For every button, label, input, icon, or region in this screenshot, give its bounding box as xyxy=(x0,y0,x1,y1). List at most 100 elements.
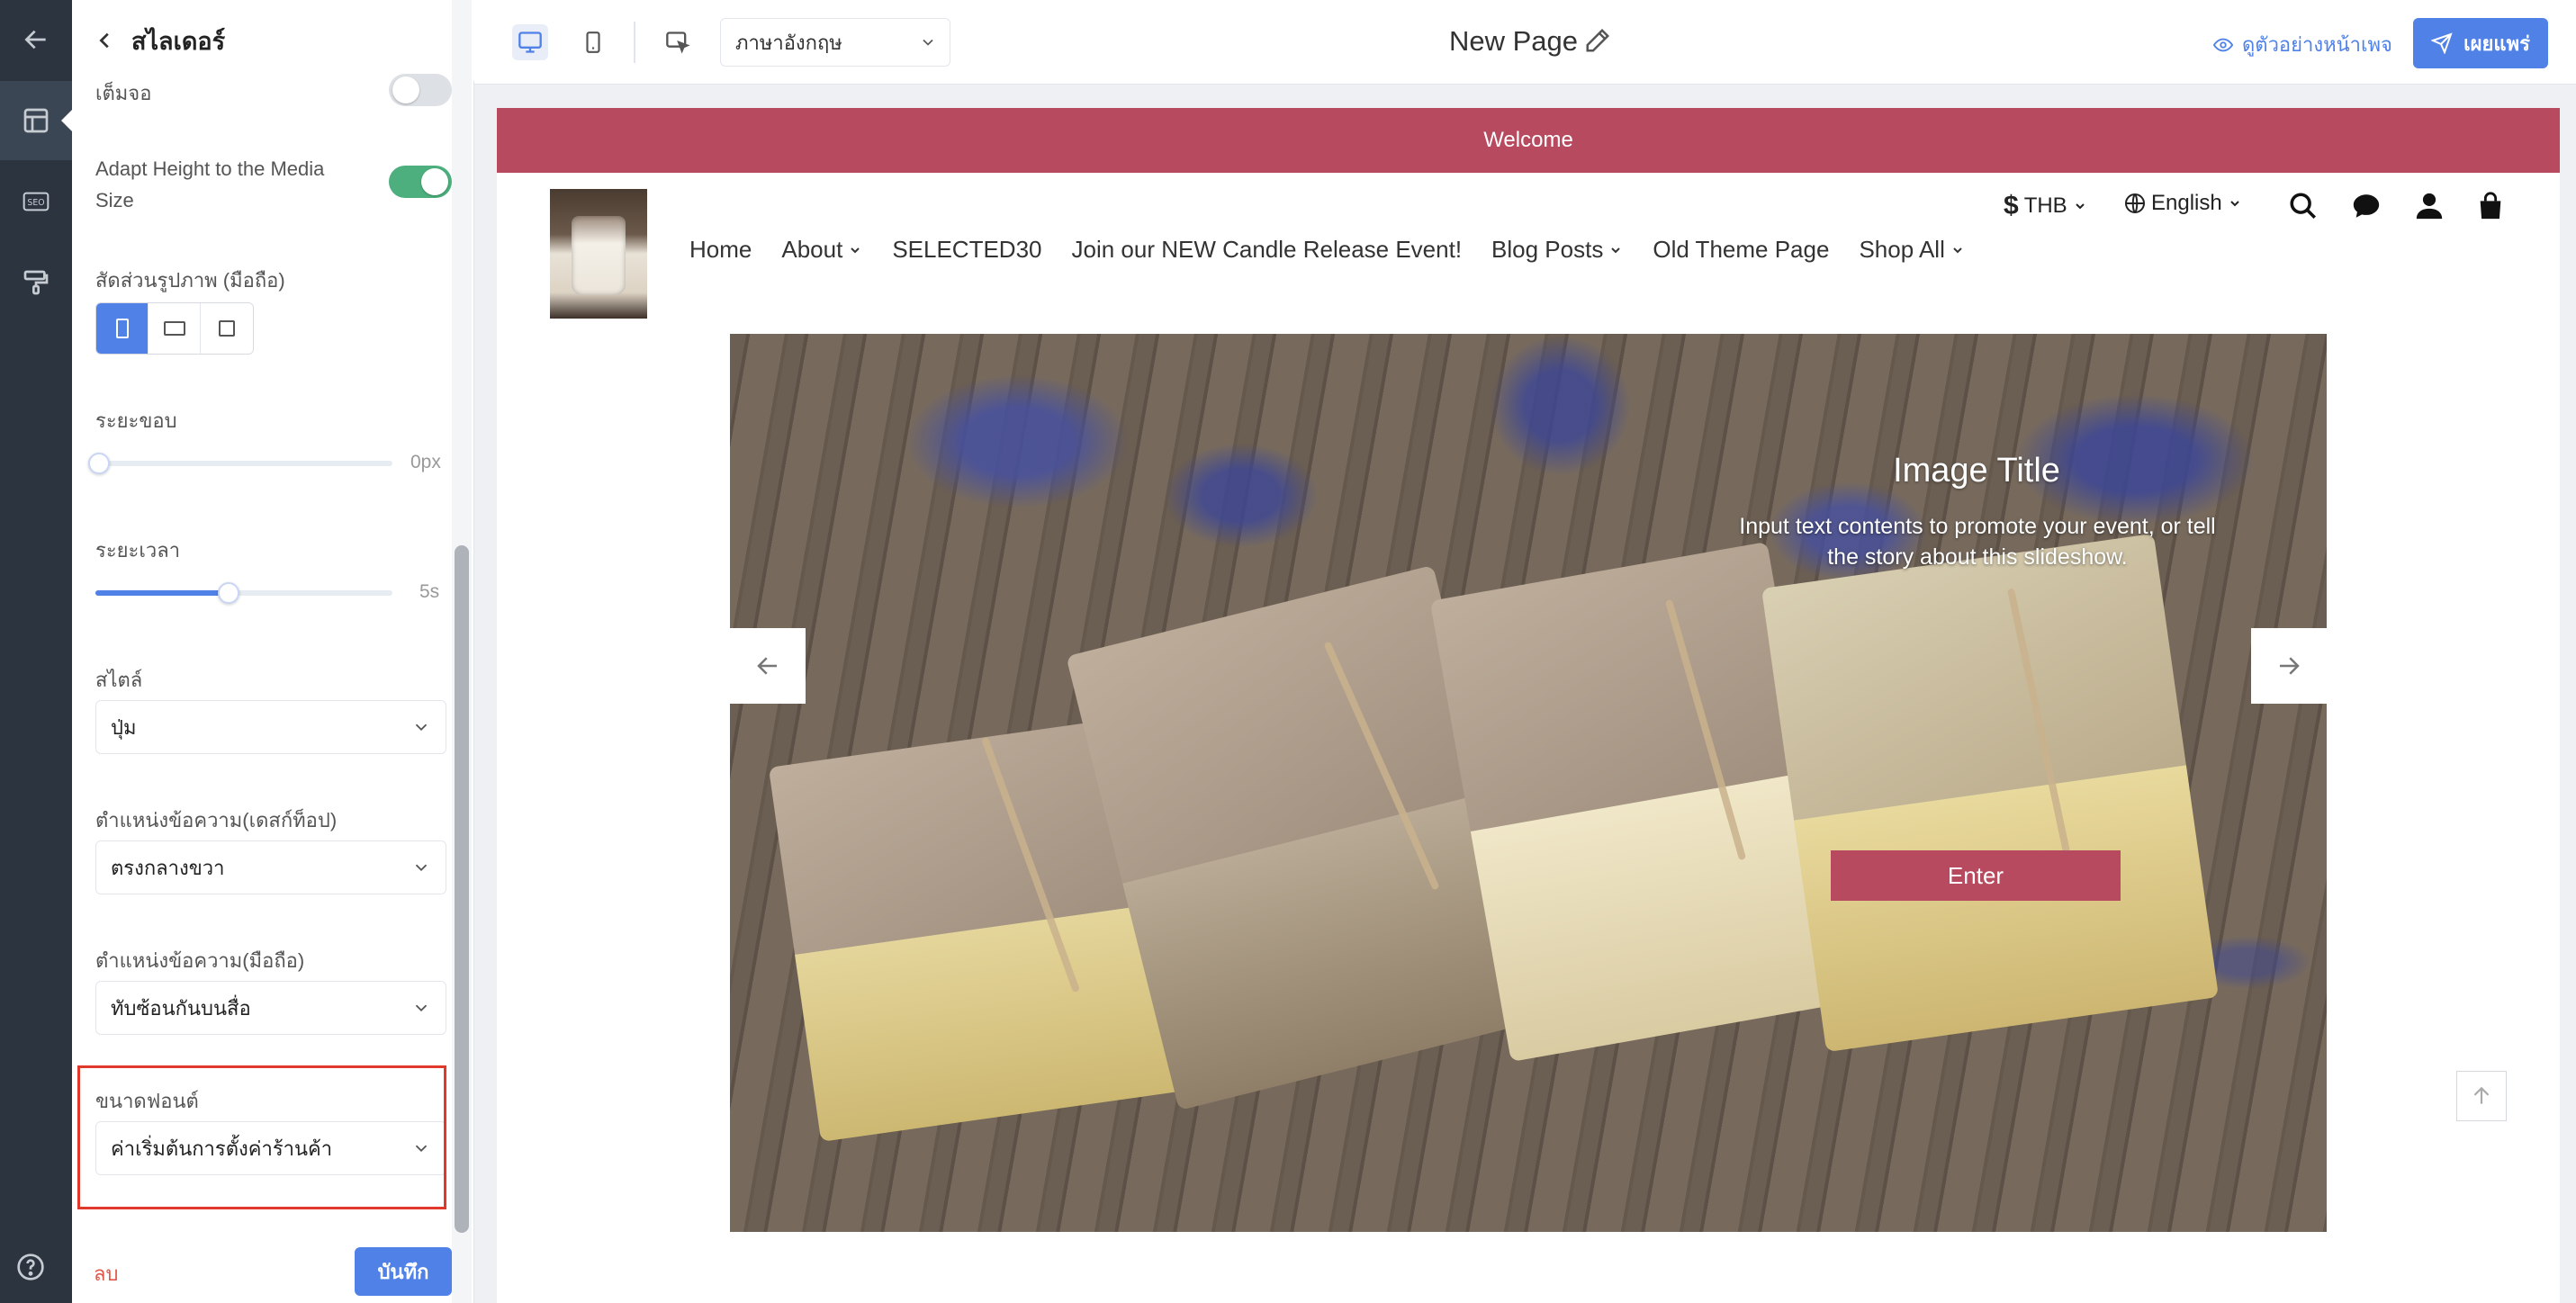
chevron-down-icon xyxy=(415,864,428,872)
editor-toolbar: ภาษาอังกฤษ New Page ดูตัวอย่างหน้าเพจ เผ… xyxy=(474,0,2576,85)
duration-label: ระยะเวลา xyxy=(95,539,181,562)
duration-slider[interactable] xyxy=(95,582,392,604)
nav-label: Shop All xyxy=(1859,236,1945,263)
ratio-square-button[interactable] xyxy=(201,303,253,354)
chevron-down-icon xyxy=(1611,247,1621,253)
back-to-top-button[interactable] xyxy=(2456,1071,2507,1121)
chevron-down-icon xyxy=(2230,201,2239,207)
nav-item-about[interactable]: About xyxy=(781,236,862,264)
arrow-left-icon xyxy=(757,657,777,675)
slide-title[interactable]: Image Title xyxy=(1734,452,2220,490)
style-select-value: ปุ่ม xyxy=(111,715,137,739)
mobile-view-icon[interactable] xyxy=(575,24,611,60)
nav-label: Blog Posts xyxy=(1491,236,1604,263)
publish-label: เผยแพร่ xyxy=(2463,31,2530,55)
back-arrow-icon[interactable] xyxy=(0,0,72,79)
desktop-text-position-label: ตำแหน่งข้อความ(เดสก์ท็อป) xyxy=(95,809,338,831)
chevron-down-icon xyxy=(415,723,428,732)
nav-label: About xyxy=(781,236,843,263)
margin-slider-thumb[interactable] xyxy=(88,453,110,474)
nav-item-candle-event[interactable]: Join our NEW Candle Release Event! xyxy=(1072,236,1463,264)
preview-page-label: ดูตัวอย่างหน้าเพจ xyxy=(2242,33,2392,56)
currency-selector[interactable]: $ THB xyxy=(2004,191,2087,221)
chevron-down-icon xyxy=(2075,203,2085,210)
dollar-icon: $ xyxy=(2004,191,2019,220)
nav-item-home[interactable]: Home xyxy=(689,236,752,264)
margin-slider[interactable] xyxy=(88,453,392,474)
mobile-ratio-options xyxy=(95,302,254,355)
duration-value: 5s xyxy=(419,581,440,602)
adapt-height-toggle[interactable] xyxy=(389,166,452,198)
ratio-portrait-button[interactable] xyxy=(96,303,149,354)
nav-item-blog-posts[interactable]: Blog Posts xyxy=(1491,236,1623,264)
shopping-bag-icon[interactable] xyxy=(2475,191,2506,221)
pencil-icon[interactable] xyxy=(1584,27,1611,54)
nav-item-shop-all[interactable]: Shop All xyxy=(1859,236,1964,264)
paint-roller-icon[interactable] xyxy=(0,243,72,322)
nav-label: Home xyxy=(689,236,752,263)
fullscreen-label: เต็มจอ xyxy=(95,82,152,104)
save-button[interactable]: บันทึก xyxy=(355,1247,452,1296)
mobile-text-position-select[interactable]: ทับซ้อนกันบนสื่อ xyxy=(95,981,446,1035)
delete-button[interactable]: ลบ xyxy=(94,1258,118,1290)
mobile-text-position-value: ทับซ้อนกันบนสื่อ xyxy=(111,996,251,1020)
nav-label: Join our NEW Candle Release Event! xyxy=(1071,236,1463,263)
panel-title: สไลเดอร์ xyxy=(131,27,226,55)
nav-label: Old Theme Page xyxy=(1653,236,1830,263)
language-selector[interactable]: English xyxy=(2124,191,2242,216)
currency-label: THB xyxy=(2023,193,2067,218)
soap-bar xyxy=(1761,533,2220,1053)
seo-icon[interactable]: SEO xyxy=(0,162,72,241)
send-icon xyxy=(2431,32,2453,54)
publish-button[interactable]: เผยแพร่ xyxy=(2413,18,2548,68)
slide-prev-button[interactable] xyxy=(730,628,806,704)
announcement-bar[interactable]: Welcome xyxy=(497,108,2560,173)
duration-slider-thumb[interactable] xyxy=(218,582,239,604)
ratio-landscape-button[interactable] xyxy=(149,303,201,354)
eye-icon xyxy=(2213,38,2233,51)
nav-item-old-theme[interactable]: Old Theme Page xyxy=(1653,236,1829,264)
desktop-view-icon[interactable] xyxy=(512,24,548,60)
chat-icon[interactable] xyxy=(2351,191,2382,221)
margin-value: 0px xyxy=(410,452,441,472)
style-label: สไตล์ xyxy=(95,669,143,691)
panel-header: สไลเดอร์ « xyxy=(72,0,474,81)
language-select[interactable]: ภาษาอังกฤษ xyxy=(720,18,950,67)
margin-label: ระยะขอบ xyxy=(95,409,177,432)
preview-page-link[interactable]: ดูตัวอย่างหน้าเพจ xyxy=(2213,29,2392,60)
adapt-height-label: Adapt Height to the Media Size xyxy=(95,157,325,211)
fullscreen-toggle[interactable] xyxy=(389,74,452,106)
search-icon[interactable] xyxy=(2288,191,2319,221)
arrow-up-icon xyxy=(2473,1086,2490,1104)
slide-text[interactable]: Input text contents to promote your even… xyxy=(1739,511,2216,572)
chevron-left-icon[interactable] xyxy=(95,31,115,50)
language-select-value: ภาษาอังกฤษ xyxy=(735,31,842,54)
layout-icon[interactable] xyxy=(0,81,72,160)
style-select[interactable]: ปุ่ม xyxy=(95,700,446,754)
nav-label: SELECTED30 xyxy=(892,236,1042,263)
left-rail: SEO xyxy=(0,0,72,1303)
slide-next-button[interactable] xyxy=(2251,628,2327,704)
page-canvas: Welcome Home About SELECTED30 Join our N… xyxy=(497,108,2560,1303)
nav-item-selected30[interactable]: SELECTED30 xyxy=(892,236,1041,264)
desktop-text-position-value: ตรงกลางขวา xyxy=(111,856,225,879)
language-label: English xyxy=(2151,191,2222,215)
arrow-right-icon xyxy=(2280,657,2300,675)
store-logo[interactable] xyxy=(550,189,647,319)
toolbar-divider xyxy=(634,22,635,63)
select-cursor-icon[interactable] xyxy=(660,24,696,60)
chevron-down-icon xyxy=(1953,247,1962,253)
help-icon[interactable] xyxy=(16,1253,44,1281)
mobile-text-position-label: ตำแหน่งข้อความ(มือถือ) xyxy=(95,949,305,972)
font-size-highlight xyxy=(77,1065,446,1209)
globe-icon xyxy=(2125,193,2145,213)
chevron-down-icon xyxy=(415,1004,428,1012)
slide-enter-button[interactable]: Enter xyxy=(1831,850,2121,901)
panel-scrollbar-thumb[interactable] xyxy=(455,545,469,1233)
chevron-down-icon xyxy=(851,247,860,253)
svg-text:SEO: SEO xyxy=(27,198,44,208)
user-icon[interactable] xyxy=(2414,191,2445,221)
main-nav: Home About SELECTED30 Join our NEW Candl… xyxy=(689,236,1965,264)
page-title: New Page xyxy=(1449,25,1579,57)
desktop-text-position-select[interactable]: ตรงกลางขวา xyxy=(95,840,446,894)
